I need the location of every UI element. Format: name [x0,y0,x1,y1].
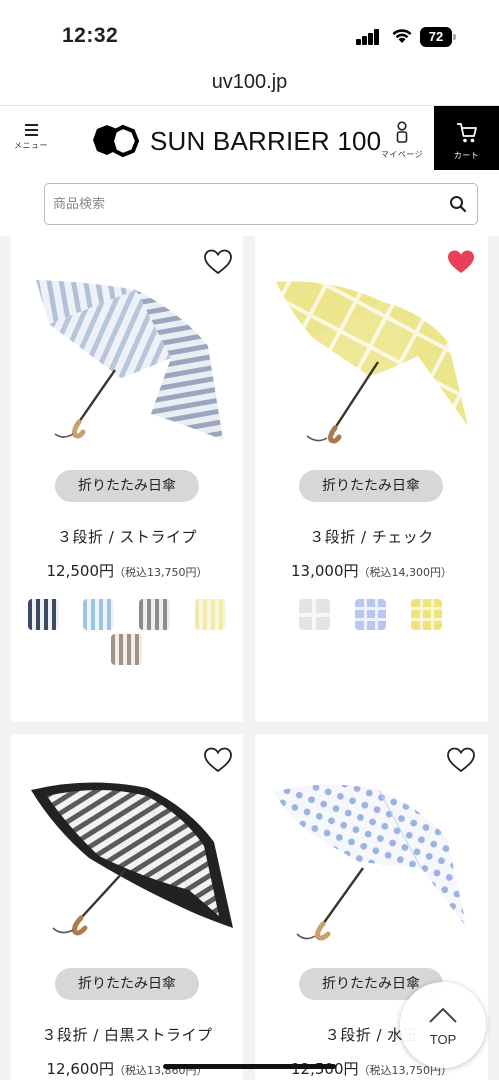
product-card[interactable]: 折りたたみ日傘 ３段折 / ストライプ 12,500円（税込13,750円） [11,236,243,722]
color-swatch-gray-stripe[interactable] [139,599,170,630]
color-swatch-navy-stripe[interactable] [28,599,59,630]
price-value: 12,500円 [291,1060,359,1078]
category-tag[interactable]: 折りたたみ日傘 [55,968,199,1000]
address-bar[interactable]: uv100.jp [0,66,499,106]
scroll-to-top-button[interactable]: TOP [400,982,486,1068]
search-input[interactable] [53,184,433,224]
favorite-heart-icon[interactable] [446,248,476,276]
favorite-heart-icon[interactable] [203,746,233,774]
user-icon [396,121,408,143]
product-card[interactable]: 折りたたみ日傘 ３段折 / チェック 13,000円（税込14,300円） [255,236,488,722]
search-area [0,170,499,236]
search-box [44,183,478,225]
product-name[interactable]: ３段折 / ストライプ [11,526,243,547]
product-price: 13,000円（税込14,300円） [255,560,488,581]
product-name[interactable]: ３段折 / チェック [255,526,488,547]
cart-icon [456,123,477,143]
wifi-icon [392,29,412,43]
mypage-button[interactable]: マイページ [380,121,424,163]
product-image [276,281,468,444]
price-value: 12,500円 [46,562,115,580]
product-price: 12,500円（税込13,750円） [11,560,243,581]
price-tax-included: （税込14,300円） [358,566,453,579]
price-value: 12,600円 [46,1060,115,1078]
category-tag[interactable]: 折りたたみ日傘 [299,470,443,502]
logo-mark-icon [93,124,140,158]
scroll-to-top-label: TOP [429,1032,457,1047]
menu-button[interactable]: メニュー [12,124,50,162]
color-swatch-gray-check[interactable] [299,599,330,630]
color-swatch-blue-check[interactable] [355,599,386,630]
search-icon[interactable] [449,195,467,213]
product-name[interactable]: ３段折 / 白黒ストライプ [11,1024,243,1045]
price-tax-included: （税込13,750円） [114,566,208,579]
favorite-heart-icon[interactable] [446,746,476,774]
price-value: 13,000円 [291,562,359,580]
url-text: uv100.jp [211,71,288,93]
battery-icon: 72 [420,27,456,47]
color-swatch-yellow-check[interactable] [411,599,442,630]
site-logo[interactable]: SUN BARRIER 100 [90,124,381,158]
color-swatch-brown-stripe[interactable] [111,634,142,665]
cellular-signal-icon [356,29,382,45]
cart-button[interactable]: カート [434,106,499,171]
color-swatch-blue-stripe[interactable] [83,599,114,630]
chevron-up-icon [429,1007,457,1023]
product-grid: 折りたたみ日傘 ３段折 / ストライプ 12,500円（税込13,750円） 折… [0,236,499,1080]
hamburger-icon [24,124,38,136]
logo-text: SUN BARRIER 100 [150,125,382,156]
product-image [31,782,233,936]
product-image [273,784,467,941]
cart-label: カート [453,151,480,160]
site-header: メニュー SUN BARRIER 100 マイページ カート [0,105,499,171]
favorite-heart-icon[interactable] [203,248,233,276]
menu-label: メニュー [14,141,48,150]
battery-level: 72 [420,27,452,47]
color-swatch-yellow-stripe[interactable] [195,599,226,630]
category-tag[interactable]: 折りたたみ日傘 [55,470,199,502]
status-time: 12:32 [62,24,119,47]
product-image [36,280,223,440]
product-card[interactable]: 折りたたみ日傘 ３段折 / 白黒ストライプ 12,600円（税込13,860円） [11,734,243,1080]
mypage-label: マイページ [380,150,424,159]
home-indicator [163,1064,336,1069]
status-bar: 12:32 72 [0,0,499,66]
